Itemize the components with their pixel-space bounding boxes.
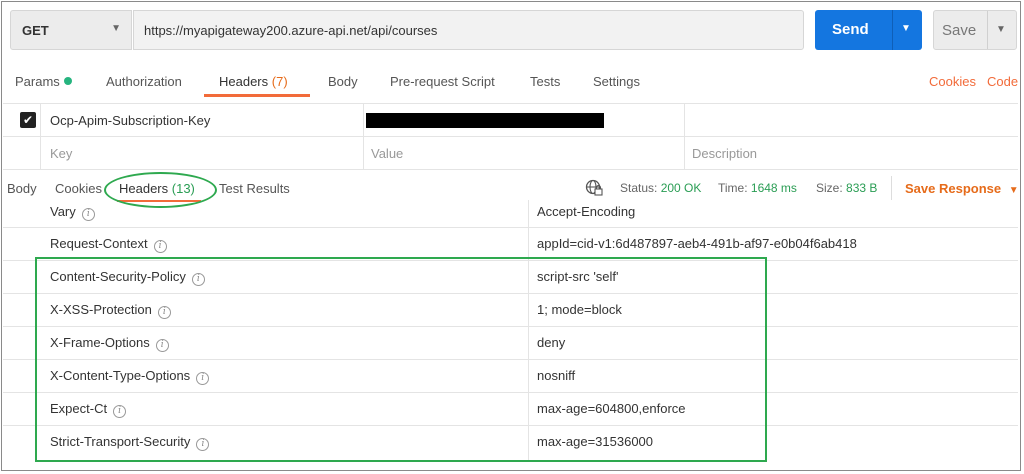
table-border: [3, 103, 1018, 104]
tab-params-label: Params: [15, 74, 60, 89]
tab-settings[interactable]: Settings: [593, 74, 640, 89]
annotation-ellipse: [104, 172, 217, 208]
tab-params[interactable]: Params: [15, 74, 72, 89]
key-input[interactable]: Key: [50, 146, 72, 161]
status-divider: [891, 176, 892, 200]
globe-icon[interactable]: [585, 179, 603, 197]
tab-body[interactable]: Body: [328, 74, 358, 89]
save-button[interactable]: Save ▼: [933, 10, 1017, 50]
tab-prerequest-script[interactable]: Pre-request Script: [390, 74, 495, 89]
method-select[interactable]: GET ▼: [10, 10, 132, 50]
table-col-divider: [684, 103, 685, 169]
save-divider: [987, 11, 988, 49]
header-enabled-checkbox[interactable]: ✔: [20, 112, 36, 128]
size-value: 833 B: [846, 181, 878, 195]
url-input[interactable]: https://myapigateway200.azure-api.net/ap…: [133, 10, 804, 50]
tab-tests[interactable]: Tests: [530, 74, 560, 89]
table-border: [3, 169, 1018, 170]
send-label: Send: [832, 21, 869, 38]
params-active-dot-icon: [63, 77, 72, 85]
info-icon[interactable]: i: [81, 208, 95, 221]
active-tab-underline: [204, 94, 310, 97]
value-input[interactable]: Value: [371, 146, 403, 161]
description-input[interactable]: Description: [692, 146, 757, 161]
tab-headers-label: Headers: [219, 74, 269, 89]
time-label: Time:: [718, 181, 748, 195]
method-label: GET: [22, 23, 49, 38]
header-key-cell[interactable]: Ocp-Apim-Subscription-Key: [50, 113, 210, 128]
cookies-link[interactable]: Cookies: [929, 74, 976, 89]
redacted-value: [366, 113, 604, 128]
response-time: Time: 1648 ms: [718, 181, 797, 195]
status-label: Status:: [620, 181, 658, 195]
table-row-key: Vary i: [50, 204, 95, 221]
tab-authorization[interactable]: Authorization: [106, 74, 182, 89]
table-col-divider: [363, 103, 364, 169]
table-col-divider: [40, 103, 41, 169]
resp-tab-cookies[interactable]: Cookies: [55, 181, 102, 196]
response-size: Size: 833 B: [816, 181, 877, 195]
save-response-label: Save Response: [905, 181, 1002, 196]
size-label: Size:: [816, 181, 843, 195]
header-value: appId=cid-v1:6d487897-aeb4-491b-af97-e0b…: [537, 236, 857, 251]
table-border: [3, 136, 1018, 137]
tab-headers[interactable]: Headers (7): [219, 74, 288, 89]
response-status: Status: 200 OK: [620, 181, 701, 195]
annotation-box: [35, 257, 767, 462]
tab-headers-count: (7): [271, 74, 288, 89]
header-key: Request-Context: [50, 236, 148, 251]
resp-tab-body[interactable]: Body: [7, 181, 37, 196]
table-border: [3, 227, 1018, 228]
resp-tab-test-results[interactable]: Test Results: [219, 181, 290, 196]
save-label: Save: [942, 22, 977, 39]
chevron-down-icon[interactable]: ▼: [901, 23, 911, 34]
send-divider: [892, 10, 893, 50]
chevron-down-icon: ▼: [111, 23, 121, 34]
url-text: https://myapigateway200.azure-api.net/ap…: [144, 23, 438, 38]
info-icon[interactable]: i: [153, 240, 167, 253]
chevron-down-icon: ▼: [1008, 185, 1019, 196]
save-response-button[interactable]: Save Response ▼: [905, 181, 1019, 196]
header-key: Vary: [50, 204, 76, 219]
time-value: 1648 ms: [750, 181, 797, 195]
header-value: Accept-Encoding: [537, 204, 636, 219]
code-link[interactable]: Code: [987, 74, 1018, 89]
table-row-key: Request-Context i: [50, 236, 167, 253]
status-value: 200 OK: [660, 181, 702, 195]
send-button[interactable]: Send ▼: [815, 10, 922, 50]
chevron-down-icon[interactable]: ▼: [996, 24, 1006, 35]
